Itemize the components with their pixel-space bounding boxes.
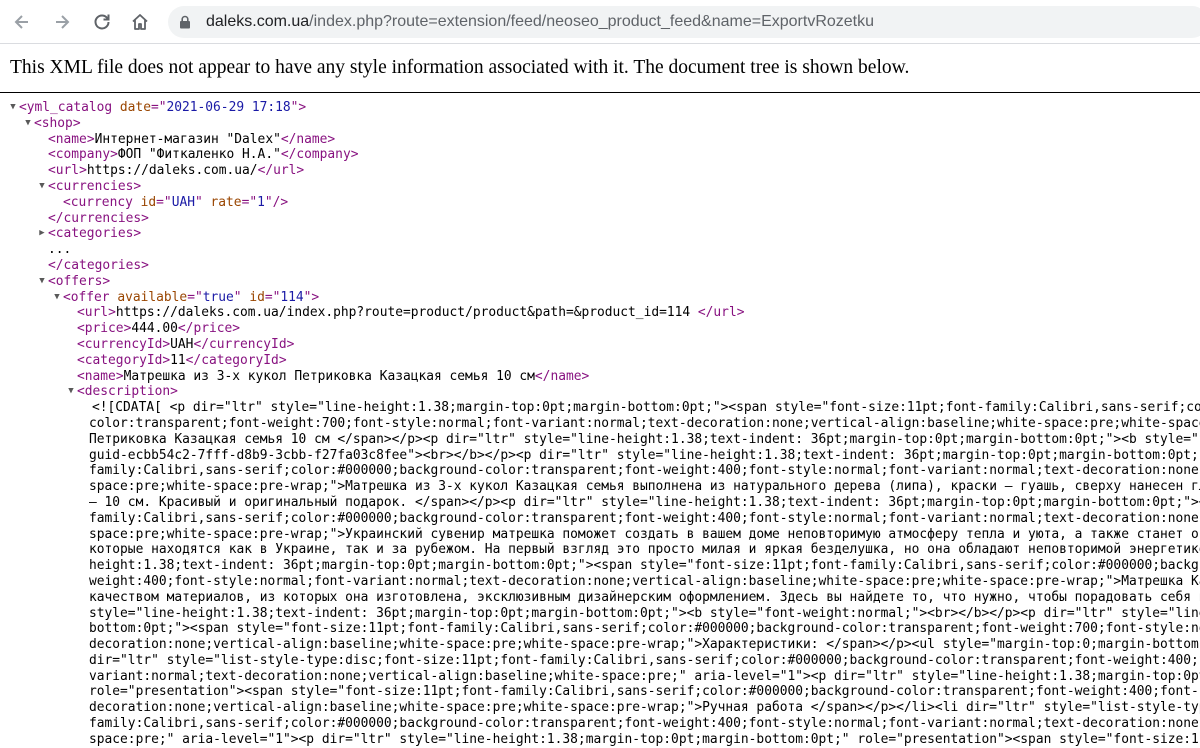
tree-line-offer-url: <url>https://daleks.com.ua/index.php?rou… [77,305,745,321]
cdata-line: space:pre;white-space:pre-wrap;">Матрешк… [0,479,1200,495]
cdata-text: family:Calibri,sans-serif;color:#000000;… [89,716,1200,732]
reload-button[interactable] [86,6,118,38]
tree-line-company: <company>ФОП "Фиткаленко Н.А."</company> [48,147,359,163]
cdata-text: weight:400;font-style:normal;font-varian… [89,573,1200,589]
cdata-text: — 10 см. Красивый и оригинальный подарок… [89,494,1200,510]
cdata-line: dir="ltr" style="list-style-type:disc;fo… [0,653,1200,669]
cdata-line: которые находятся как в Украине, так и з… [0,542,1200,558]
tree-line-offer-name: <name>Матрешка из 3-х кукол Петриковка К… [77,368,590,384]
home-button[interactable] [124,6,156,38]
tree-line-currency-id: <currencyId>UAH</currencyId> [77,336,295,352]
cdata-text: Петриковка Казацкая семья 10 см </span><… [89,431,1200,447]
xml-viewer-header: This XML file does not appear to have an… [0,44,1200,93]
cdata-line: <![CDATA[ <p dir="ltr" style="line-heigh… [0,400,1200,416]
cdata-text: decoration:none;vertical-align:baseline;… [89,637,1200,653]
cdata-line: color:transparent;font-weight:700;font-s… [0,416,1200,432]
cdata-line: family:Calibri,sans-serif;color:#000000;… [0,716,1200,732]
back-button[interactable] [6,6,38,38]
cdata-text: space:pre;white-space:pre-wrap;">Украинс… [89,526,1200,542]
url-path: /index.php?route=extension/feed/neoseo_p… [309,13,875,30]
collapse-toggle-icon[interactable]: ▼ [66,384,76,400]
browser-toolbar: daleks.com.ua/index.php?route=extension/… [0,0,1200,44]
tree-line-currencies: ▼ <currencies> [0,179,1200,195]
cdata-line: — 10 см. Красивый и оригинальный подарок… [0,495,1200,511]
cdata-text: <![CDATA[ <p dir="ltr" style="line-heigh… [92,400,1200,416]
cdata-text: которые находятся как в Украине, так и з… [89,542,1200,558]
reload-icon [94,14,110,30]
cdata-line: family:Calibri,sans-serif;color:#000000;… [0,511,1200,527]
arrow-right-icon [56,15,70,29]
forward-button[interactable] [46,6,78,38]
cdata-line: variant:normal;text-decoration:none;vert… [0,669,1200,685]
collapse-toggle-icon[interactable]: ▼ [37,179,47,195]
cdata-text: space:pre;white-space:pre-wrap;">Матрешк… [89,479,1200,495]
cdata-text: bottom:0pt;"><span style="font-size:11pt… [89,621,1200,637]
expand-toggle-icon[interactable]: ▶ [37,226,47,242]
cdata-text: decoration:none;vertical-align:baseline;… [89,700,1200,716]
tree-line-offers: ▼ <offers> [0,274,1200,290]
cdata-text: height:1.38;text-indent: 36pt;margin-top… [89,558,1200,574]
tree-line-categories-close: </categories> [48,257,149,273]
cdata-line: role="presentation"><span style="font-si… [0,684,1200,700]
cdata-line: bottom:0pt;"><span style="font-size:11pt… [0,621,1200,637]
cdata-line: качеством материалов, из которых она изг… [0,590,1200,606]
url-host: daleks.com.ua [206,13,310,30]
tree-line-category-id: <categoryId>11</categoryId> [77,352,287,368]
collapse-toggle-icon[interactable]: ▼ [8,100,18,116]
tree-line-ellipsis: ... [48,242,72,258]
address-bar[interactable]: daleks.com.ua/index.php?route=extension/… [168,6,1200,38]
cdata-line: space:pre;" aria-level="1"><p dir="ltr" … [0,732,1200,748]
cdata-text: role="presentation"><span style="font-si… [89,684,1200,700]
cdata-text: space:pre;" aria-level="1"><p dir="ltr" … [89,731,1200,747]
cdata-text: guid-ecbb54c2-7fff-d8b9-3cbb-f27fa03c8fe… [89,447,1200,463]
home-icon [132,14,148,30]
cdata-text: family:Calibri,sans-serif;color:#000000;… [89,510,1200,526]
lock-icon[interactable] [178,15,192,29]
tree-line-currency: <currency id="UAH" rate="1"/> [63,194,289,210]
cdata-line: weight:400;font-style:normal;font-varian… [0,574,1200,590]
collapse-toggle-icon[interactable]: ▼ [23,116,33,132]
cdata-line: decoration:none;vertical-align:baseline;… [0,637,1200,653]
cdata-text: color:transparent;font-weight:700;font-s… [89,415,1200,431]
tree-line-currencies-close: </currencies> [48,210,149,226]
cdata-line: guid-ecbb54c2-7fff-d8b9-3cbb-f27fa03c8fe… [0,448,1200,464]
cdata-text: variant:normal;text-decoration:none;vert… [89,668,1200,684]
cdata-line: space:pre;white-space:pre-wrap;">Украинс… [0,527,1200,543]
tree-line-description: ▼ <description> [0,384,1200,400]
collapse-toggle-icon[interactable]: ▼ [52,290,62,306]
tree-line-price: <price>444.00</price> [77,321,241,337]
cdata-line: family:Calibri,sans-serif;color:#000000;… [0,463,1200,479]
cdata-line: height:1.38;text-indent: 36pt;margin-top… [0,558,1200,574]
cdata-line: Петриковка Казацкая семья 10 см </span><… [0,432,1200,448]
tree-line-url: <url>https://daleks.com.ua/</url> [48,163,305,179]
url-text[interactable]: daleks.com.ua/index.php?route=extension/… [206,6,874,38]
cdata-line: decoration:none;vertical-align:baseline;… [0,700,1200,716]
xml-style-notice: This XML file does not appear to have an… [10,57,910,78]
cdata-text: качеством материалов, из которых она изг… [89,589,1200,605]
tree-line-categories: ▶ <categories> [0,226,1200,242]
arrow-left-icon [14,15,28,29]
tree-line-shop: ▼ <shop> [0,116,1200,132]
tree-line-name: <name>Интернет-магазин "Dalex"</name> [48,131,336,147]
tree-line-yml-catalog: ▼ <yml_catalog date="2021-06-29 17:18"> [0,100,1200,116]
cdata-text: style="line-height:1.38;text-indent: 36p… [89,605,1200,621]
cdata-text: dir="ltr" style="list-style-type:disc;fo… [89,652,1200,668]
xml-tree: ▼ <yml_catalog date="2021-06-29 17:18"> ▼… [0,100,1200,748]
collapse-toggle-icon[interactable]: ▼ [37,274,47,290]
cdata-line: style="line-height:1.38;text-indent: 36p… [0,606,1200,622]
cdata-text: family:Calibri,sans-serif;color:#000000;… [89,463,1200,479]
tree-line-offer: ▼ <offer available="true" id="114"> [0,290,1200,306]
cdata-content: <![CDATA[ <p dir="ltr" style="line-heigh… [0,400,1200,748]
